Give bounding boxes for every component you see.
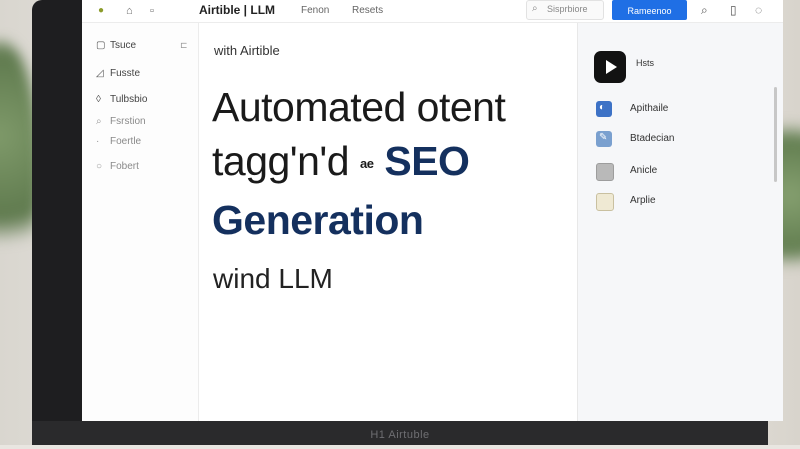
- laptop-frame: H1 Airtuble ● ⌂ ▫ Airtible | LLM Fenon R…: [32, 0, 783, 445]
- subheadline: wind LLM: [213, 263, 333, 294]
- search-icon: ⌕: [96, 116, 102, 127]
- drop-icon: ◊: [96, 94, 101, 105]
- search-input[interactable]: ⌕ Sisprbiore: [526, 0, 604, 20]
- home-icon[interactable]: ⌂: [126, 4, 133, 18]
- image-thumb-icon: [596, 163, 614, 181]
- sidebar-item-3[interactable]: ◊ Tulbsbio: [96, 94, 147, 105]
- app-icon: ◐: [596, 101, 612, 117]
- top-bar: ● ⌂ ▫ Airtible | LLM Fenon Resets ⌕ Sisp…: [82, 0, 783, 23]
- main-content: with Airtible Automated otent tagg'n'd a…: [199, 23, 576, 421]
- sidebar-item-label: Fsrstion: [110, 116, 146, 127]
- logo-icon: ●: [98, 5, 105, 16]
- headline-2-part-a: tagg'n'd: [212, 138, 350, 184]
- panel-scrollbar[interactable]: [774, 87, 777, 182]
- headline-line-2: tagg'n'd ae SEO: [212, 138, 470, 186]
- play-button[interactable]: [594, 51, 626, 83]
- circle-icon: ○: [96, 161, 103, 172]
- sidebar-item-4[interactable]: ⌕ Fsrstion: [96, 116, 146, 127]
- magnifier-icon[interactable]: ⌕: [701, 3, 708, 18]
- document-thumb-icon: [596, 193, 614, 211]
- app-window: ● ⌂ ▫ Airtible | LLM Fenon Resets ⌕ Sisp…: [82, 0, 783, 421]
- sidebar-item-label: Fusste: [110, 68, 141, 79]
- panel-item-label: Apithaile: [630, 103, 669, 114]
- dot-icon: ·: [96, 136, 100, 147]
- app-brand: Airtible | LLM: [199, 3, 276, 17]
- panel-item-label: Arplie: [630, 195, 656, 206]
- image-icon: ◿: [96, 68, 104, 79]
- brush-icon: ✎: [596, 131, 612, 147]
- search-text: Sisprbiore: [547, 4, 588, 14]
- headline-line-1: Automated otent: [212, 84, 506, 130]
- square-icon: ▢: [96, 40, 106, 51]
- primary-button[interactable]: Rameenoo: [612, 0, 687, 20]
- chat-icon[interactable]: ◌: [755, 3, 762, 17]
- play-label: Hsts: [636, 58, 654, 68]
- play-icon: [606, 60, 617, 74]
- right-panel: Hsts ◐ Apithaile ✎ Btadecian Anicle Arpl…: [577, 23, 783, 421]
- headline-2-small: ae: [359, 156, 374, 172]
- left-sidebar: ▢ Tsuce ⊏ ◿ Fusste ◊ Tulbsbio ⌕ Fsrstion · Fo…: [82, 23, 199, 421]
- sidebar-item-label: Tulbsbio: [110, 94, 148, 105]
- headline-line-3: Generation: [212, 197, 424, 243]
- sidebar-item-label: Fobert: [110, 161, 139, 172]
- search-icon: ⌕: [532, 3, 538, 14]
- sidebar-item-5[interactable]: · Foertle: [96, 136, 141, 147]
- sidebar-item-2[interactable]: ◿ Fusste: [96, 68, 140, 79]
- laptop-chin-label: H1 Airtuble: [32, 421, 768, 445]
- nav-link-2[interactable]: Resets: [352, 5, 383, 16]
- collapse-icon[interactable]: ⊏: [180, 40, 188, 51]
- headline-2-seo: SEO: [384, 138, 470, 184]
- kicker-text: with Airtible: [214, 43, 280, 58]
- sidebar-item-1[interactable]: ▢ Tsuce: [96, 40, 136, 51]
- panel-item-label: Btadecian: [630, 133, 675, 144]
- window-icon[interactable]: ▫: [150, 4, 154, 18]
- nav-link-1[interactable]: Fenon: [301, 5, 329, 16]
- sidebar-item-label: Tsuce: [110, 40, 137, 51]
- sidebar-item-6[interactable]: ○ Fobert: [96, 161, 139, 172]
- sidebar-item-label: Foertle: [110, 136, 142, 147]
- bell-icon[interactable]: ▯: [730, 3, 737, 17]
- panel-item-label: Anicle: [630, 165, 658, 176]
